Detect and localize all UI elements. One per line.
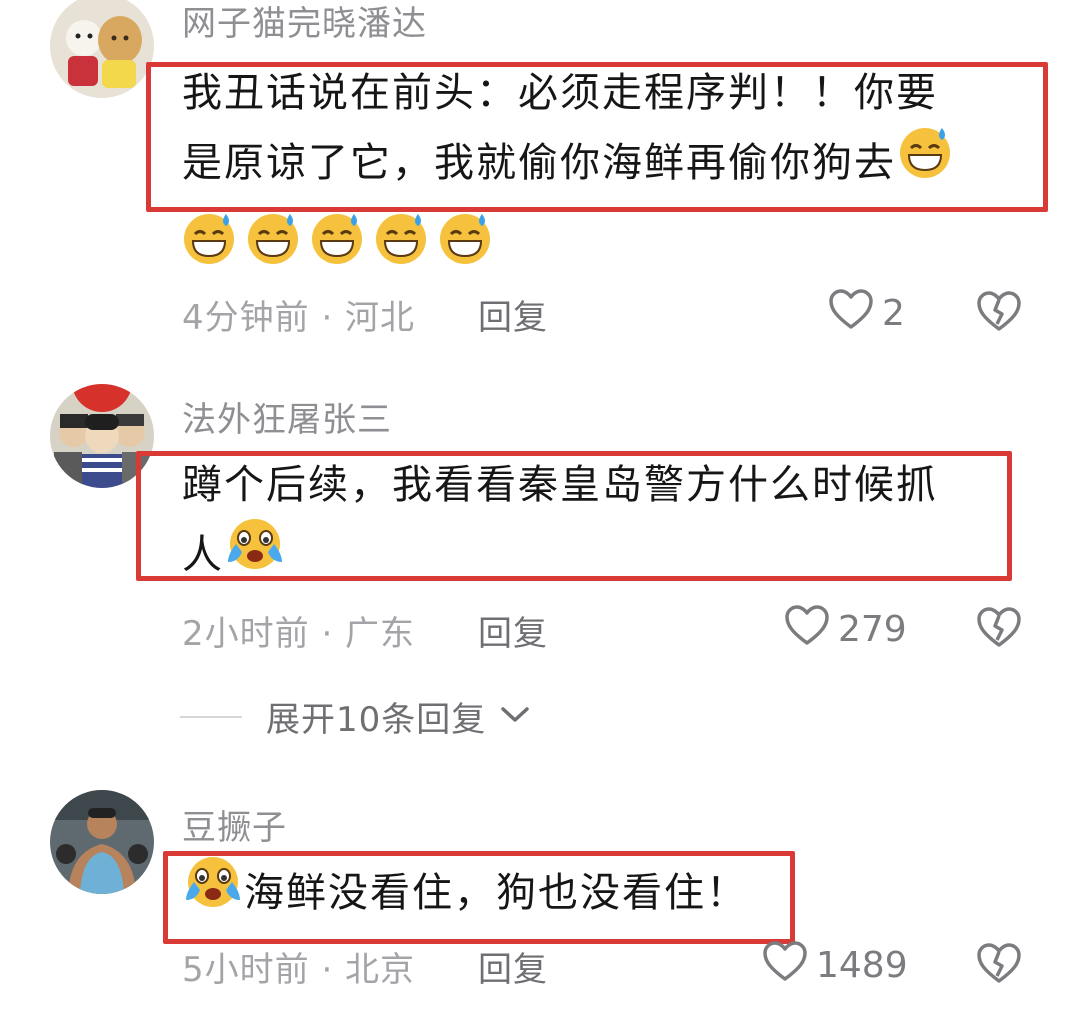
sweat-smile-icon xyxy=(244,208,302,270)
comment-line: 我丑话说在前头：必须走程序判！！你要 xyxy=(182,70,938,116)
emoji-row xyxy=(180,208,494,270)
crying-laugh-icon xyxy=(182,852,244,930)
like-count: 1489 xyxy=(816,945,908,986)
comment-line: 是原谅了它，我就偷你海鲜再偷你狗去 xyxy=(182,126,1012,204)
username[interactable]: 豆撅子 xyxy=(182,800,287,849)
like-count: 2 xyxy=(882,293,905,334)
dislike-button[interactable] xyxy=(976,942,1022,988)
like-button[interactable]: 2 xyxy=(828,288,905,339)
reply-button[interactable]: 回复 xyxy=(478,290,548,339)
time-location: 4分钟前 · 河北 xyxy=(182,298,416,338)
reply-button[interactable]: 回复 xyxy=(478,606,548,655)
sweat-smile-icon xyxy=(436,208,494,270)
dislike-button[interactable] xyxy=(976,290,1022,336)
comment-line: 海鲜没看住，狗也没看住！ xyxy=(182,856,1012,934)
avatar[interactable] xyxy=(50,790,154,894)
sweat-smile-icon xyxy=(308,208,366,270)
sweat-smile-icon xyxy=(896,122,954,200)
crying-laugh-icon xyxy=(224,514,286,592)
like-count: 279 xyxy=(838,609,907,650)
reply-button[interactable]: 回复 xyxy=(478,942,548,991)
chevron-down-icon xyxy=(500,705,530,729)
heart-icon xyxy=(784,604,830,655)
heart-icon xyxy=(828,288,874,339)
broken-heart-icon xyxy=(976,607,1022,652)
heart-icon xyxy=(762,940,808,991)
broken-heart-icon xyxy=(976,291,1022,336)
expand-replies-button[interactable]: 展开10条回复 xyxy=(180,692,530,741)
like-button[interactable]: 1489 xyxy=(762,940,908,991)
time-location: 5小时前 · 北京 xyxy=(182,950,416,990)
sweat-smile-icon xyxy=(180,208,238,270)
expand-replies-label: 展开10条回复 xyxy=(266,700,487,740)
comment-line: 人 xyxy=(182,518,1012,596)
username[interactable]: 网子猫完晓潘达 xyxy=(182,0,427,45)
time-location: 2小时前 · 广东 xyxy=(182,614,416,654)
like-button[interactable]: 279 xyxy=(784,604,907,655)
username[interactable]: 法外狂屠张三 xyxy=(182,392,392,441)
avatar[interactable] xyxy=(50,0,154,98)
comment-text: 我丑话说在前头：必须走程序判！！你要 是原谅了它，我就偷你海鲜再偷你狗去 xyxy=(182,60,1012,204)
divider-line xyxy=(180,715,242,718)
dislike-button[interactable] xyxy=(976,606,1022,652)
comment-text: 蹲个后续，我看看秦皇岛警方什么时候抓 人 xyxy=(182,452,1012,596)
comment-text: 海鲜没看住，狗也没看住！ xyxy=(182,856,1012,934)
comment-line: 蹲个后续，我看看秦皇岛警方什么时候抓 xyxy=(182,462,938,508)
sweat-smile-icon xyxy=(372,208,430,270)
broken-heart-icon xyxy=(976,943,1022,988)
